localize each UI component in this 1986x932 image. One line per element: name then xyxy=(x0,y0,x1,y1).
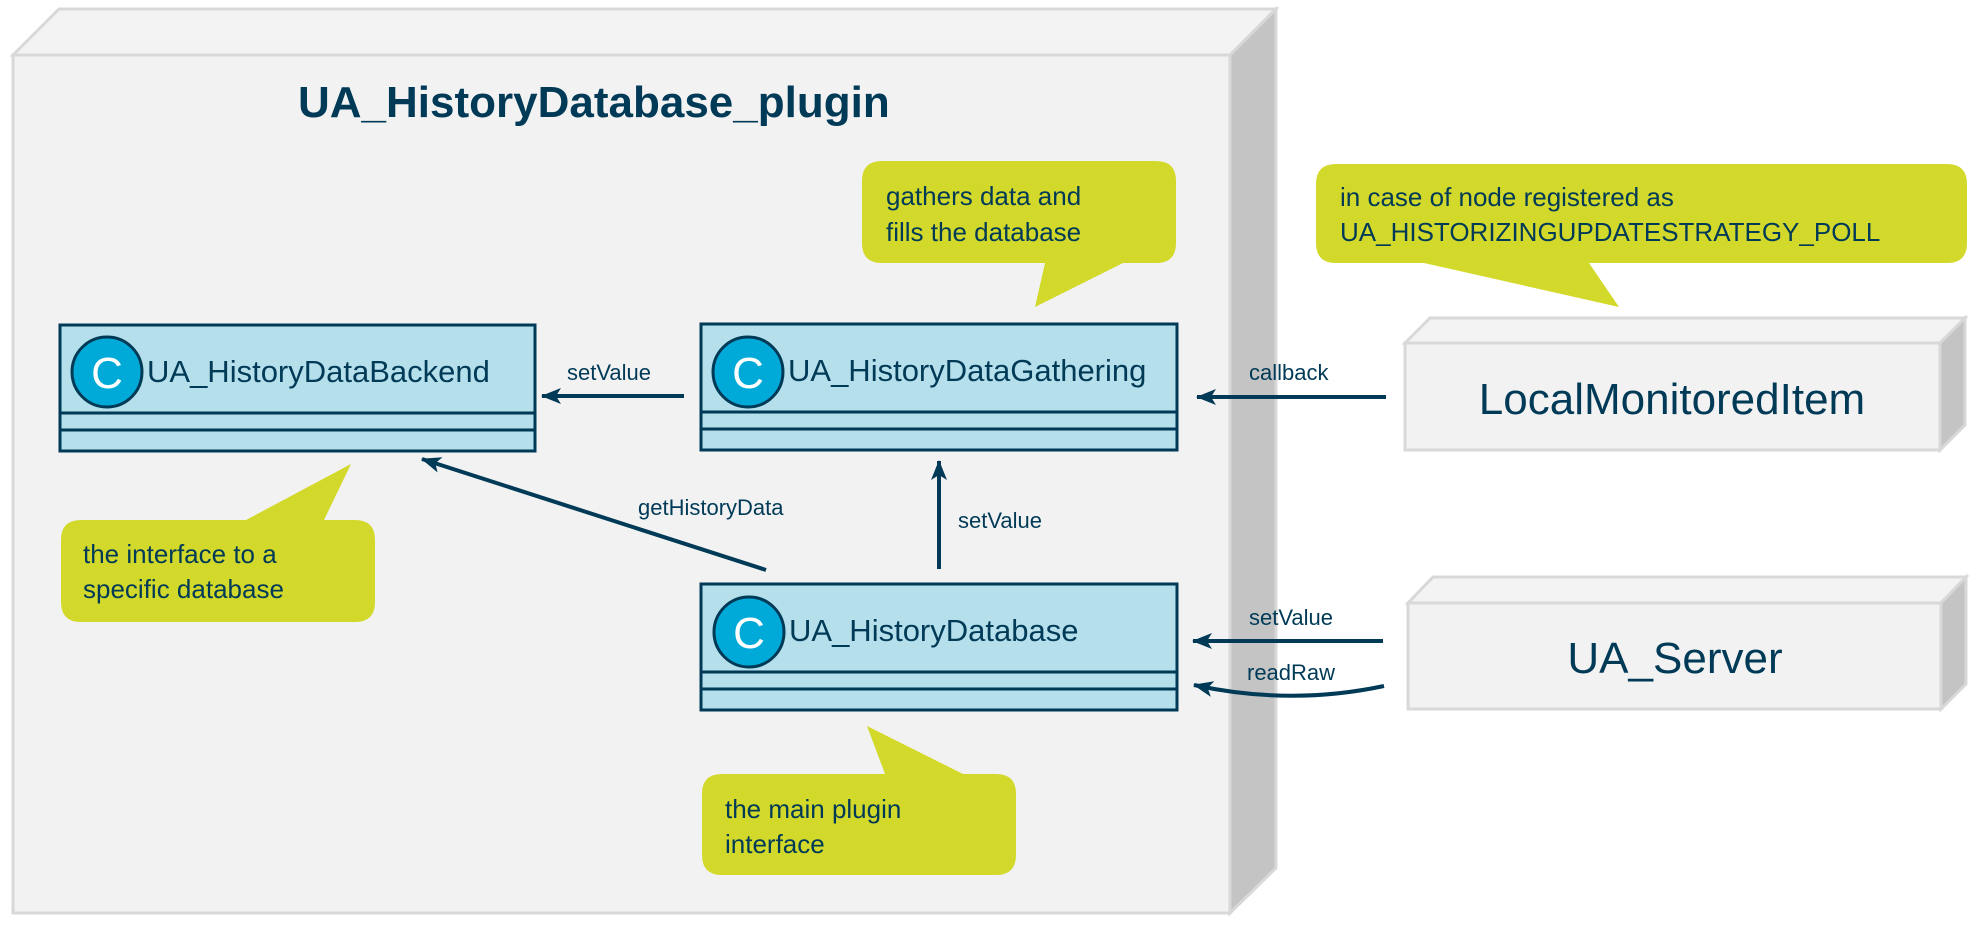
node-top xyxy=(1401,316,1969,345)
edge-label: getHistoryData xyxy=(638,495,784,520)
node-top xyxy=(1404,575,1970,605)
node-side xyxy=(1938,314,1967,454)
note-line: the interface to a xyxy=(83,539,277,569)
note-line: specific database xyxy=(83,574,284,604)
edge-label: readRaw xyxy=(1247,660,1335,685)
package-frame-top xyxy=(9,7,1280,57)
package-frame-side xyxy=(1228,5,1278,917)
class-stereotype-letter: C xyxy=(733,609,765,658)
class-name: UA_HistoryDatabase xyxy=(789,613,1078,648)
note-line: interface xyxy=(725,829,825,859)
note-line: UA_HISTORIZINGUPDATESTRATEGY_POLL xyxy=(1340,217,1880,247)
package-frame: UA_HistoryDatabase_plugin xyxy=(9,5,1280,917)
node-label: LocalMonitoredItem xyxy=(1479,375,1865,424)
note-line: in case of node registered as xyxy=(1340,182,1674,212)
node-label: UA_Server xyxy=(1567,634,1782,683)
package-title: UA_HistoryDatabase_plugin xyxy=(298,78,890,127)
class-stereotype-letter: C xyxy=(732,349,764,398)
node-localmonitoreditem[interactable]: LocalMonitoredItem xyxy=(1401,314,1969,454)
edge-label: setValue xyxy=(567,360,651,385)
edge-label: callback xyxy=(1249,360,1329,385)
note-line: gathers data and xyxy=(886,181,1081,211)
note-line: fills the database xyxy=(886,217,1081,247)
class-ua-historydatabase[interactable]: C UA_HistoryDatabase xyxy=(699,582,1179,712)
class-name: UA_HistoryDataGathering xyxy=(788,353,1146,388)
edge-label: setValue xyxy=(1249,605,1333,630)
class-name: UA_HistoryDataBackend xyxy=(147,354,490,389)
note-line: the main plugin xyxy=(725,794,901,824)
node-ua-server[interactable]: UA_Server xyxy=(1404,573,1970,713)
uml-diagram: UA_HistoryDatabase_plugin C UA_HistoryDa… xyxy=(9,5,1970,917)
edge-label: setValue xyxy=(958,508,1042,533)
note-monitored-item: in case of node registered as UA_HISTORI… xyxy=(1316,164,1967,307)
class-ua-historydatabackend[interactable]: C UA_HistoryDataBackend xyxy=(58,323,537,453)
class-ua-historydatagathering[interactable]: C UA_HistoryDataGathering xyxy=(699,322,1179,452)
class-stereotype-letter: C xyxy=(91,349,123,398)
